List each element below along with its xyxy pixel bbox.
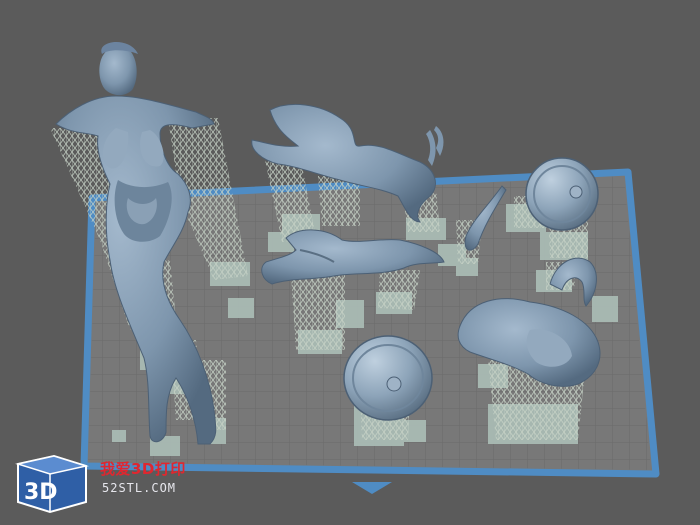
watermark-site-name: 我爱3D打印 <box>100 460 186 478</box>
watermark: 我爱3D打印 52STL.COM <box>14 452 194 514</box>
round-shield-lower-model[interactable] <box>343 335 433 421</box>
3d-viewport[interactable]: 3D 我爱3D打印 52STL.COM <box>0 0 700 525</box>
scene-canvas[interactable]: 3D <box>0 0 700 525</box>
plate-front-indicator <box>352 482 392 494</box>
watermark-url: 52STL.COM <box>102 481 177 495</box>
round-shield-upper-model[interactable] <box>525 157 599 231</box>
